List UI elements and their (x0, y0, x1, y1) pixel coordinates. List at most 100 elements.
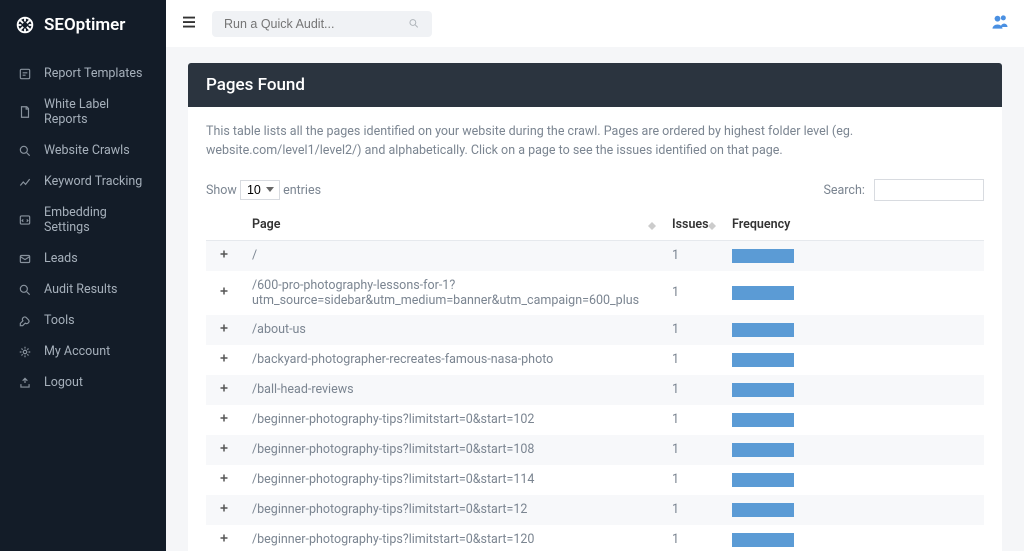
users-button[interactable] (990, 12, 1010, 36)
sidebar-item-white-label-reports[interactable]: White Label Reports (0, 89, 166, 135)
cell-frequency (722, 315, 984, 345)
plus-icon (218, 285, 230, 297)
show-label: Show (206, 183, 237, 198)
search-icon (18, 144, 32, 158)
cell-page: /beginner-photography-tips?limitstart=0&… (242, 465, 662, 495)
menu-toggle-button[interactable] (180, 13, 198, 35)
gear-icon (18, 345, 32, 359)
cell-page: /beginner-photography-tips?limitstart=0&… (242, 405, 662, 435)
expand-button[interactable] (206, 405, 242, 435)
frequency-bar (732, 286, 794, 300)
expand-button[interactable] (206, 465, 242, 495)
table-row[interactable]: /ball-head-reviews1 (206, 375, 984, 405)
expand-button[interactable] (206, 240, 242, 271)
plus-icon (218, 352, 230, 364)
panel-description: This table lists all the pages identifie… (206, 123, 984, 161)
cell-page: /ball-head-reviews (242, 375, 662, 405)
table-row[interactable]: /beginner-photography-tips?limitstart=0&… (206, 435, 984, 465)
cell-issues: 1 (662, 525, 722, 551)
expand-button[interactable] (206, 495, 242, 525)
plus-icon (218, 502, 230, 514)
users-icon (990, 12, 1010, 32)
wrench-icon (18, 314, 32, 328)
expand-button[interactable] (206, 315, 242, 345)
cell-issues: 1 (662, 375, 722, 405)
cell-frequency (722, 345, 984, 375)
cell-frequency (722, 240, 984, 271)
panel-title: Pages Found (188, 63, 1002, 107)
table-row[interactable]: /1 (206, 240, 984, 271)
cell-page: /600-pro-photography-lessons-for-1?utm_s… (242, 271, 662, 315)
quick-audit-search[interactable] (212, 11, 432, 37)
table-row[interactable]: /about-us1 (206, 315, 984, 345)
sidebar-item-keyword-tracking[interactable]: Keyword Tracking (0, 166, 166, 197)
quick-audit-input[interactable] (224, 17, 400, 31)
expand-button[interactable] (206, 435, 242, 465)
expand-button[interactable] (206, 375, 242, 405)
brand-icon (14, 14, 36, 36)
sidebar-item-website-crawls[interactable]: Website Crawls (0, 135, 166, 166)
column-issues[interactable]: Issues (662, 209, 722, 241)
cell-issues: 1 (662, 435, 722, 465)
pages-found-panel: Pages Found This table lists all the pag… (188, 63, 1002, 551)
plus-icon (218, 248, 230, 260)
sidebar-item-label: White Label Reports (44, 97, 148, 127)
expand-button[interactable] (206, 271, 242, 315)
brand-logo[interactable]: SEOptimer (0, 0, 166, 50)
sidebar: SEOptimer Report Templates White Label R… (0, 0, 166, 551)
cell-issues: 1 (662, 271, 722, 315)
search-label: Search: (823, 183, 864, 198)
sidebar-item-report-templates[interactable]: Report Templates (0, 58, 166, 89)
sidebar-item-label: My Account (44, 344, 110, 359)
topbar (166, 0, 1024, 47)
table-search-input[interactable] (874, 179, 984, 201)
frequency-bar (732, 249, 794, 263)
cell-frequency (722, 271, 984, 315)
cell-page: /backyard-photographer-recreates-famous-… (242, 345, 662, 375)
cell-frequency (722, 405, 984, 435)
plus-icon (218, 412, 230, 424)
sidebar-item-leads[interactable]: Leads (0, 243, 166, 274)
plus-icon (218, 442, 230, 454)
plus-icon (218, 472, 230, 484)
table-row[interactable]: /600-pro-photography-lessons-for-1?utm_s… (206, 271, 984, 315)
search-icon (408, 17, 420, 30)
frequency-bar (732, 413, 794, 427)
expand-button[interactable] (206, 345, 242, 375)
frequency-bar (732, 353, 794, 367)
pages-table: Page Issues Frequency /1/600-pro-photogr… (206, 209, 984, 551)
table-row[interactable]: /beginner-photography-tips?limitstart=0&… (206, 495, 984, 525)
cell-frequency (722, 525, 984, 551)
sidebar-item-embedding-settings[interactable]: Embedding Settings (0, 197, 166, 243)
sidebar-item-audit-results[interactable]: Audit Results (0, 274, 166, 305)
frequency-bar (732, 383, 794, 397)
table-search-control: Search: (823, 179, 984, 201)
cell-issues: 1 (662, 315, 722, 345)
cell-issues: 1 (662, 405, 722, 435)
table-row[interactable]: /backyard-photographer-recreates-famous-… (206, 345, 984, 375)
sidebar-item-label: Audit Results (44, 282, 118, 297)
column-expand (206, 209, 242, 241)
frequency-bar (732, 473, 794, 487)
hamburger-icon (180, 13, 198, 31)
table-row[interactable]: /beginner-photography-tips?limitstart=0&… (206, 465, 984, 495)
frequency-bar (732, 443, 794, 457)
content: Pages Found This table lists all the pag… (166, 47, 1024, 551)
expand-button[interactable] (206, 525, 242, 551)
cell-page: /beginner-photography-tips?limitstart=0&… (242, 495, 662, 525)
column-page[interactable]: Page (242, 209, 662, 241)
table-row[interactable]: /beginner-photography-tips?limitstart=0&… (206, 405, 984, 435)
sidebar-item-my-account[interactable]: My Account (0, 336, 166, 367)
sidebar-item-tools[interactable]: Tools (0, 305, 166, 336)
mail-icon (18, 252, 32, 266)
cell-frequency (722, 495, 984, 525)
search-icon (18, 283, 32, 297)
sidebar-item-logout[interactable]: Logout (0, 367, 166, 398)
table-row[interactable]: /beginner-photography-tips?limitstart=0&… (206, 525, 984, 551)
entries-select[interactable]: 10 (240, 180, 280, 200)
cell-page: /beginner-photography-tips?limitstart=0&… (242, 435, 662, 465)
entries-control: Show 10 entries (206, 180, 321, 200)
sidebar-item-label: Tools (44, 313, 75, 328)
column-frequency[interactable]: Frequency (722, 209, 984, 241)
cell-issues: 1 (662, 495, 722, 525)
